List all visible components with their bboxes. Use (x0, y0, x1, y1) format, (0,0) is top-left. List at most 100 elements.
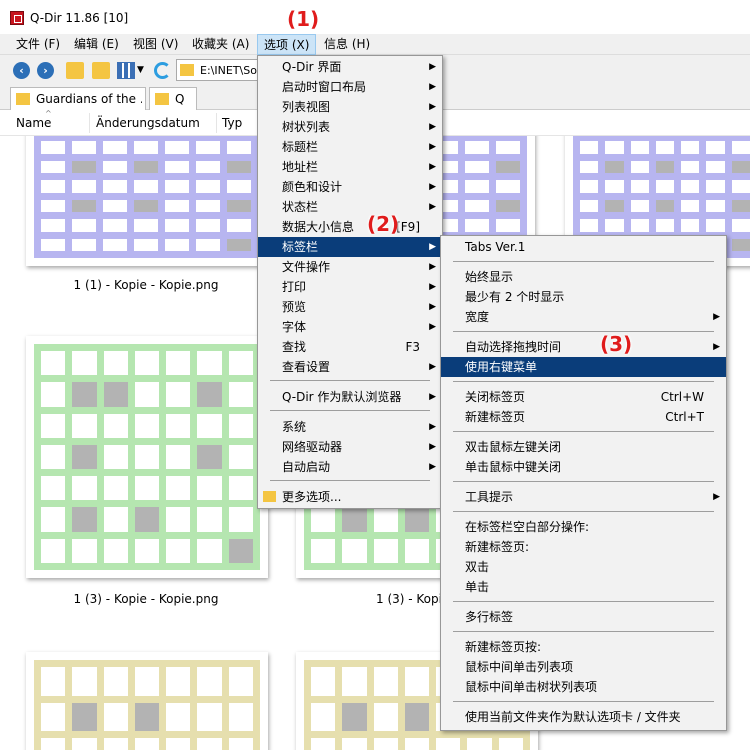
view-mode-icon[interactable] (117, 62, 135, 79)
grid-cell (103, 476, 128, 501)
menu2-item-6[interactable]: 关闭标签页 Ctrl+W (441, 387, 726, 407)
grid-cell (373, 738, 398, 750)
menu1-item-8[interactable]: 数据大小信息 [F9] (258, 217, 442, 237)
grid-cell (72, 738, 97, 750)
menu2-item-17[interactable]: 鼠标中间单击列表项 (441, 657, 726, 677)
forward-icon[interactable]: › (37, 62, 54, 79)
menu2-item-2[interactable]: 最少有 2 个时显示 (441, 287, 726, 307)
menu2-item-16[interactable]: 新建标签页按: (441, 637, 726, 657)
menu-edit[interactable]: 编辑 (E) (68, 34, 125, 55)
grid-cell (103, 219, 127, 232)
chevron-down-icon[interactable]: ▼ (137, 62, 155, 79)
menu1-item-9[interactable]: 标签栏 ▶ (258, 237, 442, 257)
address-bar[interactable]: E:\INET\So (176, 59, 266, 81)
submenu-arrow-icon: ▶ (429, 102, 436, 112)
menu-separator (453, 261, 714, 262)
menu2-item-15[interactable]: 多行标签 (441, 607, 726, 627)
menu2-item-12[interactable]: 新建标签页: (441, 537, 726, 557)
menu1-item-3[interactable]: 树状列表 ▶ (258, 117, 442, 137)
submenu-arrow-icon: ▶ (429, 422, 436, 432)
menu-info[interactable]: 信息 (H) (318, 34, 376, 55)
grid-cell (706, 199, 725, 212)
menu2-item-4[interactable]: 自动选择拖拽时间 ▶ (441, 337, 726, 357)
menu1-item-20[interactable]: 更多选项... (258, 487, 442, 507)
menu2-item-14[interactable]: 单击 (441, 577, 726, 597)
grid-cell (41, 702, 66, 732)
menu-item-label: 系统 (282, 420, 307, 434)
tabbar-submenu: Tabs Ver.1 始终显示 最少有 2 个时显示 宽度 ▶ 自动选择拖拽时间 ▶ 使用右键… (440, 235, 727, 731)
grid-cell (655, 180, 675, 193)
grid-cell (134, 141, 158, 154)
menu1-item-0[interactable]: Q-Dir 界面 ▶ (258, 57, 442, 77)
submenu-arrow-icon: ▶ (429, 62, 436, 72)
submenu-arrow-icon: ▶ (429, 262, 436, 272)
menu1-item-12[interactable]: 预览 ▶ (258, 297, 442, 317)
grid-cell (103, 199, 127, 212)
grid-cell (134, 444, 160, 470)
thumbnail[interactable] (26, 336, 268, 578)
menu1-item-14[interactable]: 查找 F3 (258, 337, 442, 357)
menu1-item-4[interactable]: 标题栏 ▶ (258, 137, 442, 157)
menu-view[interactable]: 视图 (V) (127, 34, 184, 55)
grid-cell (197, 476, 222, 501)
column-type[interactable]: Typ (222, 116, 242, 130)
menu-favorites[interactable]: 收藏夹 (A) (186, 34, 255, 55)
menu2-item-19[interactable]: 使用当前文件夹作为默认选项卡 / 文件夹 (441, 707, 726, 727)
grid-cell (134, 219, 158, 232)
menu1-item-13[interactable]: 字体 ▶ (258, 317, 442, 337)
folder-up-icon[interactable] (66, 62, 84, 79)
menu1-item-2[interactable]: 列表视图 ▶ (258, 97, 442, 117)
menu2-item-11[interactable]: 在标签栏空白部分操作: (441, 517, 726, 537)
menu-item-label: 数据大小信息 (282, 220, 355, 234)
back-icon[interactable]: ‹ (13, 62, 30, 79)
grid-cell (165, 199, 189, 212)
menu2-item-5[interactable]: 使用右键菜单 (441, 357, 726, 377)
tab-guardians[interactable]: Guardians of the ... (10, 87, 146, 110)
menu1-item-18[interactable]: 网络驱动器 ▶ (258, 437, 442, 457)
column-date[interactable]: Änderungsdatum (96, 116, 200, 130)
menu1-item-19[interactable]: 自动启动 ▶ (258, 457, 442, 477)
menu-item-label: 工具提示 (465, 490, 514, 504)
refresh-icon[interactable] (154, 62, 171, 79)
menu1-item-11[interactable]: 打印 ▶ (258, 277, 442, 297)
file-name[interactable]: 1 (1) - Kopie - Kopie.png (26, 278, 266, 292)
grid-cell (41, 444, 66, 470)
grid-cell (706, 219, 725, 232)
grid-cell (41, 238, 65, 251)
menu1-item-16[interactable]: Q-Dir 作为默认浏览器 ▶ (258, 387, 442, 407)
menu2-item-1[interactable]: 始终显示 (441, 267, 726, 287)
menu2-item-7[interactable]: 新建标签页 Ctrl+T (441, 407, 726, 427)
thumbnail[interactable] (26, 136, 266, 266)
grid-cell (311, 667, 336, 696)
menu-file[interactable]: 文件 (F) (10, 34, 66, 55)
new-folder-icon[interactable] (92, 62, 110, 79)
tab-q[interactable]: Q (149, 87, 197, 110)
column-name[interactable]: Name (16, 116, 51, 130)
grid-cell (681, 180, 700, 193)
menu2-item-8[interactable]: 双击鼠标左键关闭 (441, 437, 726, 457)
menu1-item-7[interactable]: 状态栏 ▶ (258, 197, 442, 217)
menu-item-label: 关闭标签页 (465, 390, 526, 404)
menu1-item-1[interactable]: 启动时窗口布局 ▶ (258, 77, 442, 97)
menu1-item-17[interactable]: 系统 ▶ (258, 417, 442, 437)
menu2-item-9[interactable]: 单击鼠标中键关闭 (441, 457, 726, 477)
menu1-item-10[interactable]: 文件操作 ▶ (258, 257, 442, 277)
menu2-item-3[interactable]: 宽度 ▶ (441, 307, 726, 327)
grid-cell (227, 141, 251, 154)
submenu-arrow-icon: ▶ (429, 182, 436, 192)
menu1-item-6[interactable]: 颜色和设计 ▶ (258, 177, 442, 197)
grid-cell (134, 160, 158, 173)
thumbnail[interactable] (26, 652, 268, 750)
menu2-item-13[interactable]: 双击 (441, 557, 726, 577)
menu-options[interactable]: 选项 (X) (257, 34, 317, 55)
submenu-arrow-icon: ▶ (429, 162, 436, 172)
grid-cell (165, 238, 189, 251)
menu2-item-10[interactable]: 工具提示 ▶ (441, 487, 726, 507)
folder-icon (16, 93, 30, 105)
menu2-item-0[interactable]: Tabs Ver.1 (441, 237, 726, 257)
menu2-item-18[interactable]: 鼠标中间单击树状列表项 (441, 677, 726, 697)
file-name[interactable]: 1 (3) - Kopie - Kopie.png (26, 592, 266, 606)
menu1-item-5[interactable]: 地址栏 ▶ (258, 157, 442, 177)
menu1-item-15[interactable]: 查看设置 ▶ (258, 357, 442, 377)
menu-item-label: 多行标签 (465, 610, 514, 624)
